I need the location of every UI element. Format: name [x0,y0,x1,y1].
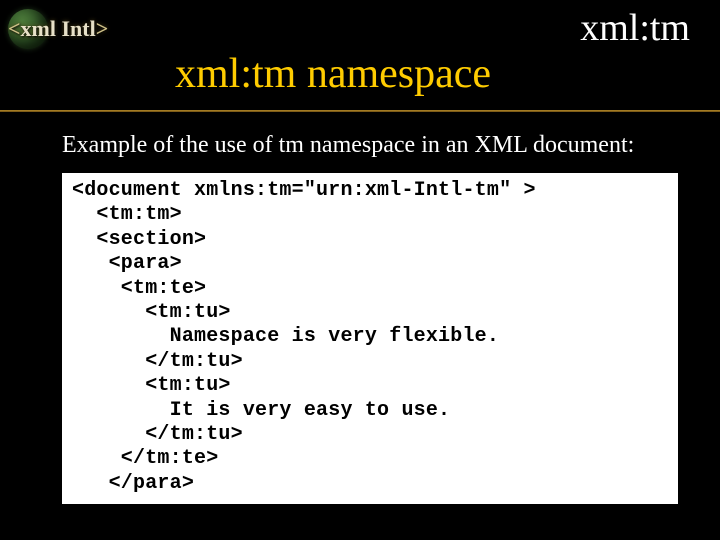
brand-logo: <xml Intl> [8,6,148,52]
code-example: <document xmlns:tm="urn:xml-Intl-tm" > <… [62,173,678,504]
brand-text: <xml Intl> [8,16,108,42]
slide-title: xml:tm namespace [175,50,491,98]
intro-text: Example of the use of tm namespace in an… [62,132,688,159]
slide-header: <xml Intl> xml:tm xml:tm namespace [0,0,720,110]
section-tag: xml:tm [580,6,690,50]
slide-body: Example of the use of tm namespace in an… [0,124,720,504]
divider-line [0,110,720,112]
